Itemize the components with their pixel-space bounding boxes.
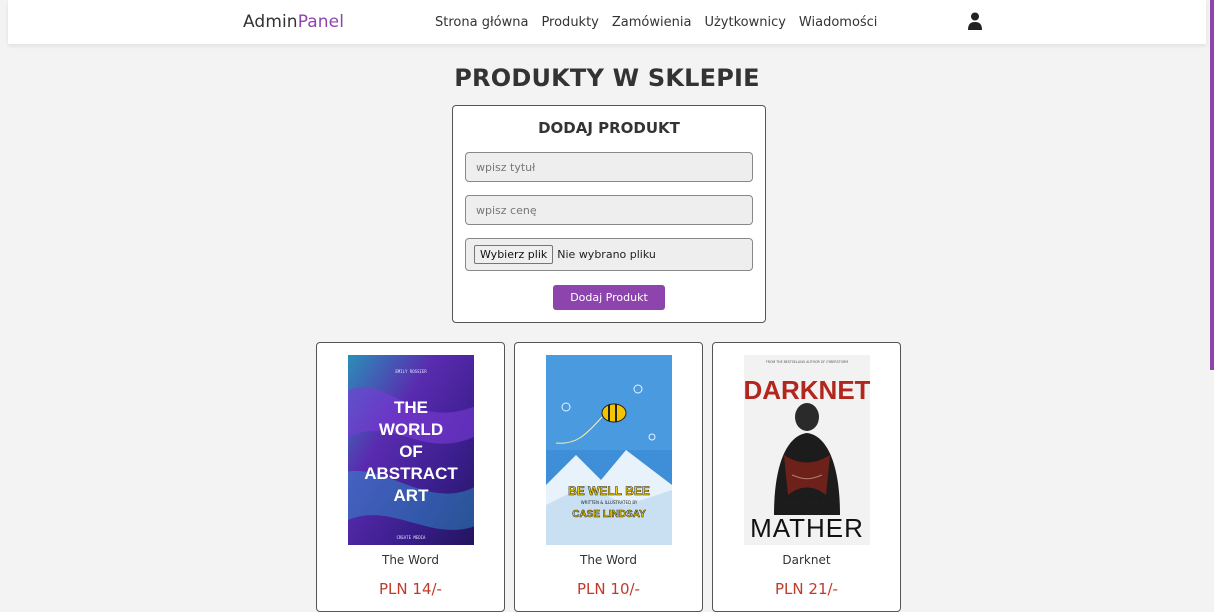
nav-link-products[interactable]: Produkty — [541, 15, 598, 30]
cover-subtitle: WRITTEN & ILLUSTRATED BY — [581, 500, 638, 505]
cover-line: THE — [394, 398, 428, 417]
book-cover-image: EMILY ROSSIER THE WORLD OF ABSTRACT ART … — [348, 355, 474, 545]
file-status-text: Nie wybrano pliku — [557, 248, 656, 261]
form-title: DODAJ PRODUKT — [538, 119, 680, 137]
top-navbar: AdminPanel Strona główna Produkty Zamówi… — [8, 0, 1206, 44]
scrollbar-accent — [1210, 0, 1214, 370]
page-title: PRODUKTY W SKLEPIE — [454, 64, 760, 92]
add-product-button[interactable]: Dodaj Produkt — [553, 285, 665, 310]
product-price: PLN 21/- — [775, 580, 838, 598]
logo[interactable]: AdminPanel — [243, 12, 344, 32]
product-card: EMILY ROSSIER THE WORLD OF ABSTRACT ART … — [316, 342, 505, 612]
logo-accent-text: Panel — [297, 12, 345, 32]
choose-file-button[interactable]: Wybierz plik — [474, 245, 554, 264]
product-title: The Word — [580, 553, 637, 567]
logo-main-text: Admin — [243, 12, 298, 32]
cover-author: EMILY ROSSIER — [395, 369, 427, 374]
nav-link-messages[interactable]: Wiadomości — [799, 15, 878, 30]
main-nav: Strona główna Produkty Zamówienia Użytko… — [435, 15, 890, 30]
cover-line: DARKNET — [744, 375, 870, 405]
product-title: Darknet — [782, 553, 831, 567]
cover-line: OF — [399, 442, 423, 461]
cover-tagline: FROM THE BESTSELLING AUTHOR OF CYBERSTOR… — [766, 360, 848, 364]
cover-line: ABSTRACT — [364, 464, 458, 483]
cover-author-first: MATTHEW — [785, 501, 829, 507]
product-price: PLN 14/- — [379, 580, 442, 598]
title-input[interactable] — [465, 152, 753, 182]
cover-line: BE WELL BEE — [568, 484, 650, 498]
price-input[interactable] — [465, 195, 753, 225]
product-card: FROM THE BESTSELLING AUTHOR OF CYBERSTOR… — [712, 342, 901, 612]
cover-author-last: MATHER — [750, 513, 864, 543]
nav-link-users[interactable]: Użytkownicy — [704, 15, 785, 30]
user-icon[interactable] — [968, 12, 982, 30]
cover-line: ART — [394, 486, 430, 505]
cover-author: CASE LINDSAY — [572, 509, 646, 520]
cover-line: WORLD — [379, 420, 443, 439]
add-product-form: DODAJ PRODUKT Wybierz plik Nie wybrano p… — [452, 105, 766, 323]
product-card: BE WELL BEE WRITTEN & ILLUSTRATED BY CAS… — [514, 342, 703, 612]
book-cover-image: FROM THE BESTSELLING AUTHOR OF CYBERSTOR… — [744, 355, 870, 545]
book-cover-image: BE WELL BEE WRITTEN & ILLUSTRATED BY CAS… — [546, 355, 672, 545]
nav-link-home[interactable]: Strona główna — [435, 15, 528, 30]
nav-link-orders[interactable]: Zamówienia — [612, 15, 692, 30]
product-price: PLN 10/- — [577, 580, 640, 598]
product-title: The Word — [382, 553, 439, 567]
cover-publisher: CREATE MEDIA — [397, 535, 426, 540]
file-input[interactable]: Wybierz plik Nie wybrano pliku — [465, 238, 753, 271]
